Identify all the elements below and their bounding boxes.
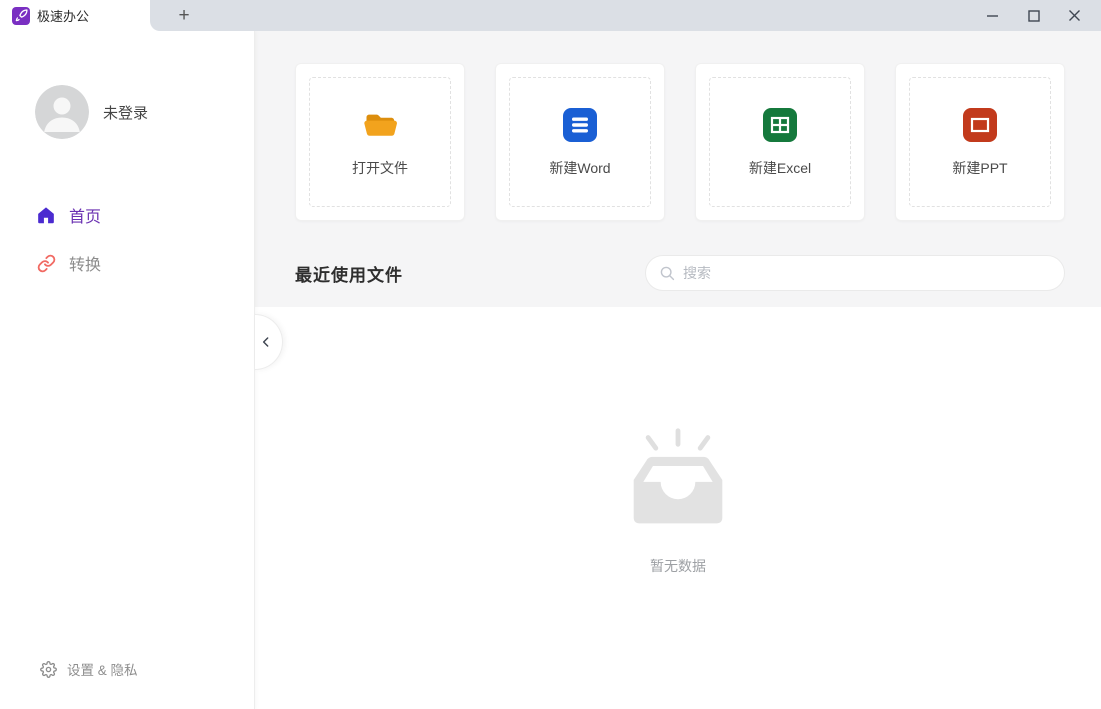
- title-bar: 极速办公 +: [0, 0, 1101, 31]
- recent-files-title: 最近使用文件: [295, 261, 403, 286]
- user-login-block[interactable]: 未登录: [35, 85, 148, 139]
- folder-icon: [362, 107, 399, 143]
- close-button[interactable]: [1054, 0, 1095, 31]
- word-doc-icon: [562, 107, 598, 143]
- empty-state: 暂无数据: [255, 307, 1101, 576]
- app-window: 极速办公 +: [0, 0, 1101, 709]
- app-title: 极速办公: [37, 6, 89, 25]
- chevron-left-icon: [258, 334, 274, 350]
- sidebar-item-convert[interactable]: 转换: [0, 239, 254, 287]
- avatar: [35, 85, 89, 139]
- recent-files-header: 最近使用文件: [295, 255, 1065, 291]
- window-controls: [972, 0, 1095, 31]
- user-name: 未登录: [103, 102, 148, 123]
- search-input[interactable]: [683, 265, 1050, 281]
- quick-action-cards: 打开文件: [295, 63, 1065, 221]
- sidebar-nav: 首页 转换: [0, 191, 254, 287]
- maximize-button[interactable]: [1013, 0, 1054, 31]
- convert-link-icon: [36, 253, 56, 273]
- active-tab[interactable]: 极速办公: [0, 0, 150, 31]
- open-file-card[interactable]: 打开文件: [295, 63, 465, 221]
- ppt-slide-icon: [962, 107, 998, 143]
- home-icon: [36, 205, 56, 225]
- new-tab-button[interactable]: +: [168, 0, 200, 31]
- main-content: 打开文件: [255, 31, 1101, 709]
- settings-privacy-label: 设置 & 隐私: [67, 659, 138, 679]
- card-label: 新建Word: [549, 158, 610, 178]
- sidebar-item-home[interactable]: 首页: [0, 191, 254, 239]
- empty-state-text: 暂无数据: [650, 556, 706, 576]
- search-icon: [660, 266, 675, 281]
- new-word-card[interactable]: 新建Word: [495, 63, 665, 221]
- quick-actions-section: 打开文件: [255, 31, 1101, 307]
- tab-strip-background: [150, 0, 1101, 31]
- sidebar: 未登录 首页: [0, 31, 255, 709]
- new-ppt-card[interactable]: 新建PPT: [895, 63, 1065, 221]
- excel-grid-icon: [762, 107, 798, 143]
- settings-privacy-button[interactable]: 设置 & 隐私: [40, 659, 138, 679]
- rocket-logo-icon: [12, 7, 30, 25]
- gear-icon: [40, 661, 57, 678]
- sidebar-item-label: 转换: [69, 251, 101, 275]
- card-label: 新建PPT: [952, 158, 1007, 178]
- new-excel-card[interactable]: 新建Excel: [695, 63, 865, 221]
- sidebar-item-label: 首页: [69, 203, 101, 227]
- card-label: 打开文件: [352, 158, 408, 178]
- card-label: 新建Excel: [749, 158, 811, 178]
- empty-inbox-icon: [620, 426, 736, 532]
- search-box[interactable]: [645, 255, 1065, 291]
- minimize-button[interactable]: [972, 0, 1013, 31]
